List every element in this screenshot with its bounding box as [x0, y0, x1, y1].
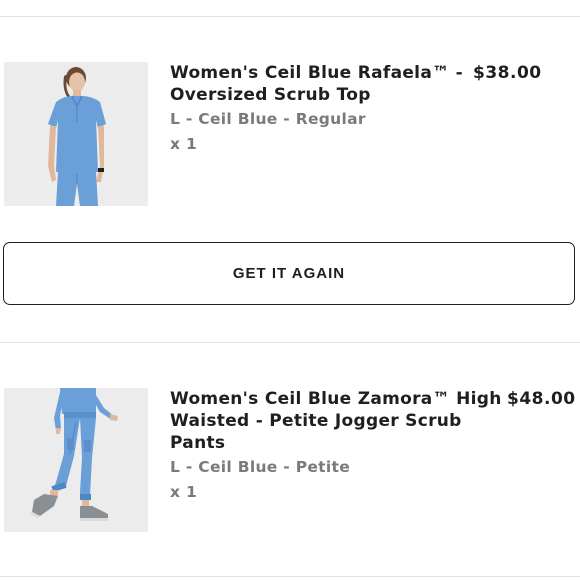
product-variant: L - Ceil Blue - Petite [170, 458, 351, 476]
section-divider [0, 342, 580, 343]
product-title-line-2[interactable]: Waisted - Petite Jogger Scrub [170, 410, 502, 432]
top-divider [0, 16, 580, 17]
product-info: Women's Ceil Blue Zamora™ High Waisted -… [170, 388, 502, 503]
product-title-line-1[interactable]: Women's Ceil Blue Rafaela™ - [170, 62, 463, 84]
get-it-again-button[interactable]: GET IT AGAIN [3, 242, 575, 305]
bottom-divider [0, 576, 580, 577]
product-price: $48.00 [507, 389, 576, 409]
product-variant: L - Ceil Blue - Regular [170, 110, 366, 128]
product-image-scrub-top[interactable] [4, 62, 148, 206]
product-price: $38.00 [473, 63, 542, 83]
product-quantity: x 1 [170, 483, 198, 501]
product-info: Women's Ceil Blue Rafaela™ - Oversized S… [170, 62, 463, 155]
product-title-line-3[interactable]: Pants [170, 432, 502, 454]
product-image-jogger-pants[interactable] [4, 388, 148, 532]
product-quantity: x 1 [170, 135, 198, 153]
product-title-line-1[interactable]: Women's Ceil Blue Zamora™ High [170, 388, 502, 410]
product-title-line-2[interactable]: Oversized Scrub Top [170, 84, 463, 106]
